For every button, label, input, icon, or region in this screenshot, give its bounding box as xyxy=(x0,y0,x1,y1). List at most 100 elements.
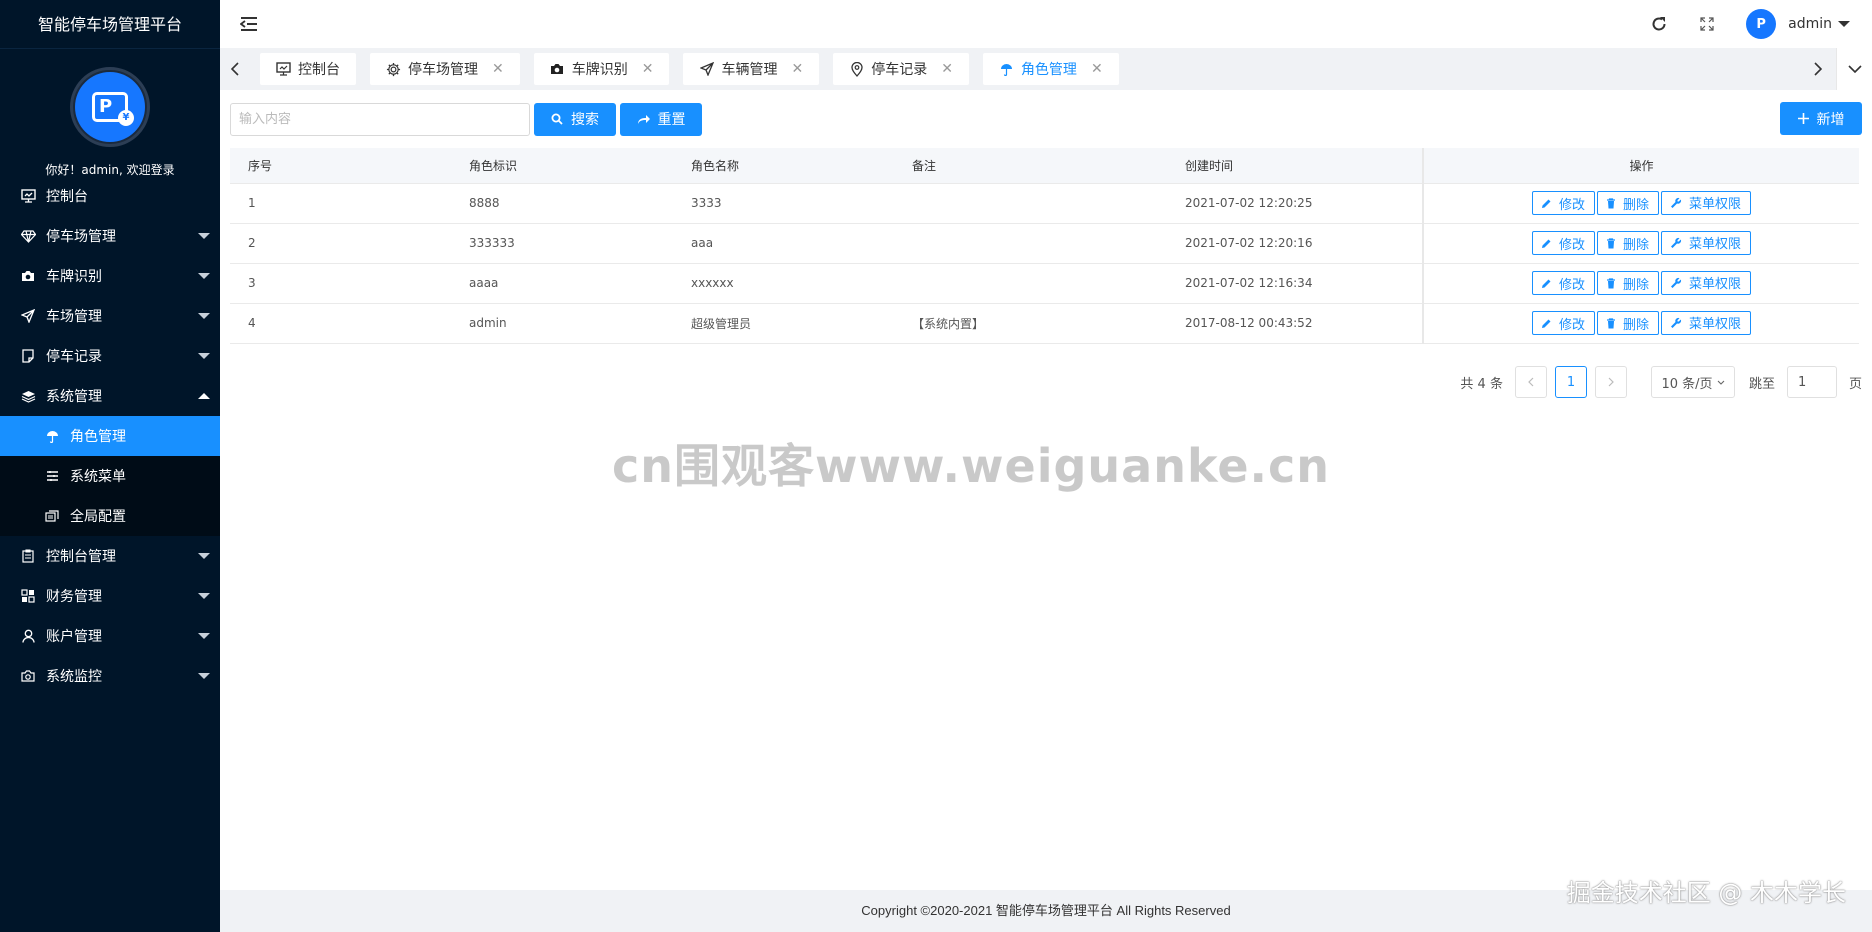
sidebar-item-label: 停车记录 xyxy=(46,349,102,365)
tab-dropdown-icon[interactable] xyxy=(1836,48,1872,90)
reset-button[interactable]: 重置 xyxy=(620,102,702,136)
pencil-icon xyxy=(1541,238,1552,249)
chevron-down-icon xyxy=(198,633,210,639)
sidebar: 智能停车场管理平台 P ¥ 你好！admin, 欢迎登录 控制台 停车场管理 车… xyxy=(0,0,220,932)
list-icon xyxy=(44,468,60,484)
tab-vehicle-management[interactable]: 车辆管理 ✕ xyxy=(683,53,820,85)
umbrella-icon xyxy=(999,62,1014,77)
delete-button[interactable]: 删除 xyxy=(1596,311,1659,336)
sidebar-item-parking-records[interactable]: 停车记录 xyxy=(0,336,220,376)
plus-icon xyxy=(1797,113,1809,124)
page-size-label: 10 条/页 xyxy=(1661,376,1713,392)
column-header-role-key: 角色标识 xyxy=(451,148,673,184)
tab-parking-records[interactable]: 停车记录 ✕ xyxy=(833,53,969,85)
table-row: 3 aaaa xxxxxx 2021-07-02 12:16:34 修改 删除 菜单权限 xyxy=(230,263,1859,304)
fullscreen-icon[interactable] xyxy=(1698,15,1716,33)
sidebar-item-label: 系统管理 xyxy=(46,389,102,405)
pagination: 共 4 条 1 10 条/页 跳至 1 页 xyxy=(1460,366,1862,398)
next-page-icon[interactable] xyxy=(1594,366,1627,398)
cell-role-name: 3333 xyxy=(673,183,894,224)
camera-icon xyxy=(20,668,36,684)
refresh-icon[interactable] xyxy=(1650,15,1668,33)
menu-permission-button[interactable]: 菜单权限 xyxy=(1661,190,1752,215)
tab-role-management[interactable]: 角色管理 ✕ xyxy=(982,53,1119,85)
delete-button[interactable]: 删除 xyxy=(1596,271,1659,296)
cell-role-key: 8888 xyxy=(451,183,673,224)
tab-scroll-left-icon[interactable] xyxy=(220,48,250,90)
wrench-icon xyxy=(1670,237,1682,249)
sidebar-item-account[interactable]: 账户管理 xyxy=(0,616,220,656)
edit-button[interactable]: 修改 xyxy=(1531,311,1595,336)
search-button[interactable]: 搜索 xyxy=(534,102,616,136)
user-name[interactable]: admin xyxy=(1788,16,1832,32)
page-size-select[interactable]: 10 条/页 xyxy=(1650,366,1735,398)
sidebar-item-monitor[interactable]: 系统监控 xyxy=(0,656,220,696)
location-icon xyxy=(849,61,864,77)
sidebar-item-label: 系统菜单 xyxy=(70,469,126,485)
sidebar-submenu-system: 角色管理 系统菜单 全局配置 xyxy=(0,416,220,536)
permission-label: 菜单权限 xyxy=(1689,197,1742,213)
close-icon[interactable]: ✕ xyxy=(791,61,803,77)
edit-button[interactable]: 修改 xyxy=(1531,231,1595,256)
caret-down-icon[interactable] xyxy=(1838,21,1850,27)
tab-list: 控制台 停车场管理 ✕ 车牌识别 ✕ 车辆管理 ✕ 停车记录 ✕ 角色管理 ✕ xyxy=(260,53,1119,85)
cell-created: 2021-07-02 12:20:25 xyxy=(1167,183,1423,224)
delete-button[interactable]: 删除 xyxy=(1596,191,1659,216)
sidebar-item-plate-recognition[interactable]: 车牌识别 xyxy=(0,256,220,296)
delete-label: 删除 xyxy=(1622,277,1649,293)
trash-icon xyxy=(1606,318,1616,329)
prev-page-icon[interactable] xyxy=(1514,366,1547,398)
edit-label: 修改 xyxy=(1558,277,1585,293)
sidebar-item-label: 车牌识别 xyxy=(46,269,102,285)
close-icon[interactable]: ✕ xyxy=(642,61,654,77)
tab-dashboard[interactable]: 控制台 xyxy=(260,53,356,85)
sidebar-item-global-config[interactable]: 全局配置 xyxy=(0,496,220,536)
sidebar-item-label: 车场管理 xyxy=(46,309,102,325)
add-button[interactable]: 新增 xyxy=(1780,102,1862,135)
cell-index: 2 xyxy=(230,223,451,264)
camera-icon xyxy=(20,268,36,284)
sidebar-item-system[interactable]: 系统管理 xyxy=(0,376,220,416)
close-icon[interactable]: ✕ xyxy=(941,61,953,77)
tab-scroll-right-icon[interactable] xyxy=(1800,48,1836,90)
sidebar-item-console-management[interactable]: 控制台管理 xyxy=(0,536,220,576)
menu-permission-button[interactable]: 菜单权限 xyxy=(1661,270,1752,295)
avatar[interactable]: P xyxy=(1746,9,1777,39)
edit-button[interactable]: 修改 xyxy=(1531,271,1595,296)
cell-role-name: xxxxxx xyxy=(673,263,894,304)
parking-logo-icon: P ¥ xyxy=(75,72,145,142)
sidebar-item-dashboard[interactable]: 控制台 xyxy=(0,176,220,216)
sidebar-item-parking-lot[interactable]: 停车场管理 xyxy=(0,216,220,256)
chevron-down-icon xyxy=(198,273,210,279)
close-icon[interactable]: ✕ xyxy=(1091,61,1103,77)
tab-label: 车辆管理 xyxy=(721,62,778,78)
menu-permission-button[interactable]: 菜单权限 xyxy=(1661,310,1752,335)
close-icon[interactable]: ✕ xyxy=(492,61,504,77)
menu-collapse-icon[interactable] xyxy=(239,16,258,32)
sidebar-item-role-management[interactable]: 角色管理 xyxy=(0,416,220,456)
column-header-actions: 操作 xyxy=(1422,148,1859,184)
tab-parking-lot[interactable]: 停车场管理 ✕ xyxy=(370,53,520,85)
menu-permission-button[interactable]: 菜单权限 xyxy=(1661,230,1752,255)
sidebar-item-label: 系统监控 xyxy=(46,669,102,685)
delete-label: 删除 xyxy=(1622,197,1649,213)
trash-icon xyxy=(1606,198,1616,209)
sidebar-item-yard[interactable]: 车场管理 xyxy=(0,296,220,336)
monitor-icon xyxy=(276,62,291,77)
column-header-created: 创建时间 xyxy=(1167,148,1423,184)
sidebar-item-finance[interactable]: 财务管理 xyxy=(0,576,220,616)
page-number-current[interactable]: 1 xyxy=(1554,366,1587,398)
search-input[interactable] xyxy=(230,102,530,136)
jump-page-input[interactable]: 1 xyxy=(1786,366,1837,398)
edit-button[interactable]: 修改 xyxy=(1531,191,1595,216)
delete-label: 删除 xyxy=(1622,317,1649,333)
delete-button[interactable]: 删除 xyxy=(1596,231,1659,256)
sidebar-item-label: 控制台管理 xyxy=(46,549,116,565)
tab-plate-recognition[interactable]: 车牌识别 ✕ xyxy=(533,53,670,85)
chevron-down-icon xyxy=(198,313,210,319)
edit-label: 修改 xyxy=(1558,237,1585,253)
page-unit-label: 页 xyxy=(1848,376,1862,392)
cell-role-name: aaa xyxy=(673,223,894,264)
sidebar-item-system-menu[interactable]: 系统菜单 xyxy=(0,456,220,496)
tab-bar-controls xyxy=(1800,48,1872,90)
